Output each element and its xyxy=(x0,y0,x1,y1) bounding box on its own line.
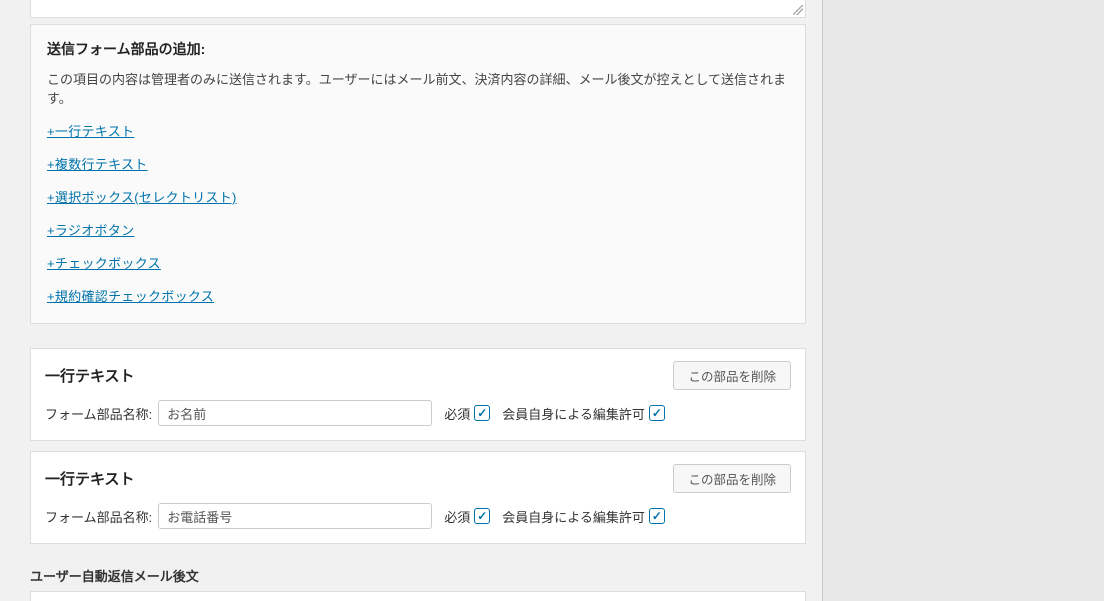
main-column: 送信フォーム部品の追加: この項目の内容は管理者のみに送信されます。ユーザーには… xyxy=(0,0,822,601)
editable-checkbox-wrap: 会員自身による編集許可 xyxy=(502,404,665,423)
part-config-row: フォーム部品名称: 必須 会員自身による編集許可 xyxy=(45,400,791,426)
required-checkbox-wrap: 必須 xyxy=(444,404,490,423)
editable-checkbox-wrap: 会員自身による編集許可 xyxy=(502,507,665,526)
add-parts-title: 送信フォーム部品の追加: xyxy=(47,39,789,59)
auto-reply-footer-textarea[interactable] xyxy=(30,591,806,601)
required-checkbox[interactable] xyxy=(474,405,490,421)
textarea-top-fragment[interactable] xyxy=(30,0,806,18)
part-name-label: フォーム部品名称: xyxy=(45,404,152,423)
part-type-label: 一行テキスト xyxy=(45,365,135,386)
part-name-input[interactable] xyxy=(158,400,432,426)
editable-label: 会員自身による編集許可 xyxy=(502,404,645,423)
add-multi-line-text-link[interactable]: +複数行テキスト xyxy=(47,154,148,173)
auto-reply-footer-label: ユーザー自動返信メール後文 xyxy=(30,566,822,585)
part-header: 一行テキスト この部品を削除 xyxy=(45,361,791,390)
part-name-input[interactable] xyxy=(158,503,432,529)
form-part-block: 一行テキスト この部品を削除 フォーム部品名称: 必須 会員自身による編集許可 xyxy=(30,451,806,544)
part-config-row: フォーム部品名称: 必須 会員自身による編集許可 xyxy=(45,503,791,529)
part-type-label: 一行テキスト xyxy=(45,468,135,489)
required-label: 必須 xyxy=(444,507,470,526)
sidebar-column xyxy=(822,0,1104,601)
editable-checkbox[interactable] xyxy=(649,405,665,421)
form-part-block: 一行テキスト この部品を削除 フォーム部品名称: 必須 会員自身による編集許可 xyxy=(30,348,806,441)
required-checkbox-wrap: 必須 xyxy=(444,507,490,526)
add-form-parts-panel: 送信フォーム部品の追加: この項目の内容は管理者のみに送信されます。ユーザーには… xyxy=(30,24,806,324)
delete-part-button[interactable]: この部品を削除 xyxy=(673,464,791,493)
add-select-box-link[interactable]: +選択ボックス(セレクトリスト) xyxy=(47,187,237,206)
editable-checkbox[interactable] xyxy=(649,508,665,524)
resize-grip-icon[interactable] xyxy=(793,5,803,15)
add-radio-button-link[interactable]: +ラジオボタン xyxy=(47,220,134,239)
required-label: 必須 xyxy=(444,404,470,423)
add-parts-note: この項目の内容は管理者のみに送信されます。ユーザーにはメール前文、決済内容の詳細… xyxy=(47,69,789,107)
add-terms-checkbox-link[interactable]: +規約確認チェックボックス xyxy=(47,286,214,305)
add-single-line-text-link[interactable]: +一行テキスト xyxy=(47,121,134,140)
add-checkbox-link[interactable]: +チェックボックス xyxy=(47,253,161,272)
part-header: 一行テキスト この部品を削除 xyxy=(45,464,791,493)
delete-part-button[interactable]: この部品を削除 xyxy=(673,361,791,390)
required-checkbox[interactable] xyxy=(474,508,490,524)
editable-label: 会員自身による編集許可 xyxy=(502,507,645,526)
part-name-label: フォーム部品名称: xyxy=(45,507,152,526)
